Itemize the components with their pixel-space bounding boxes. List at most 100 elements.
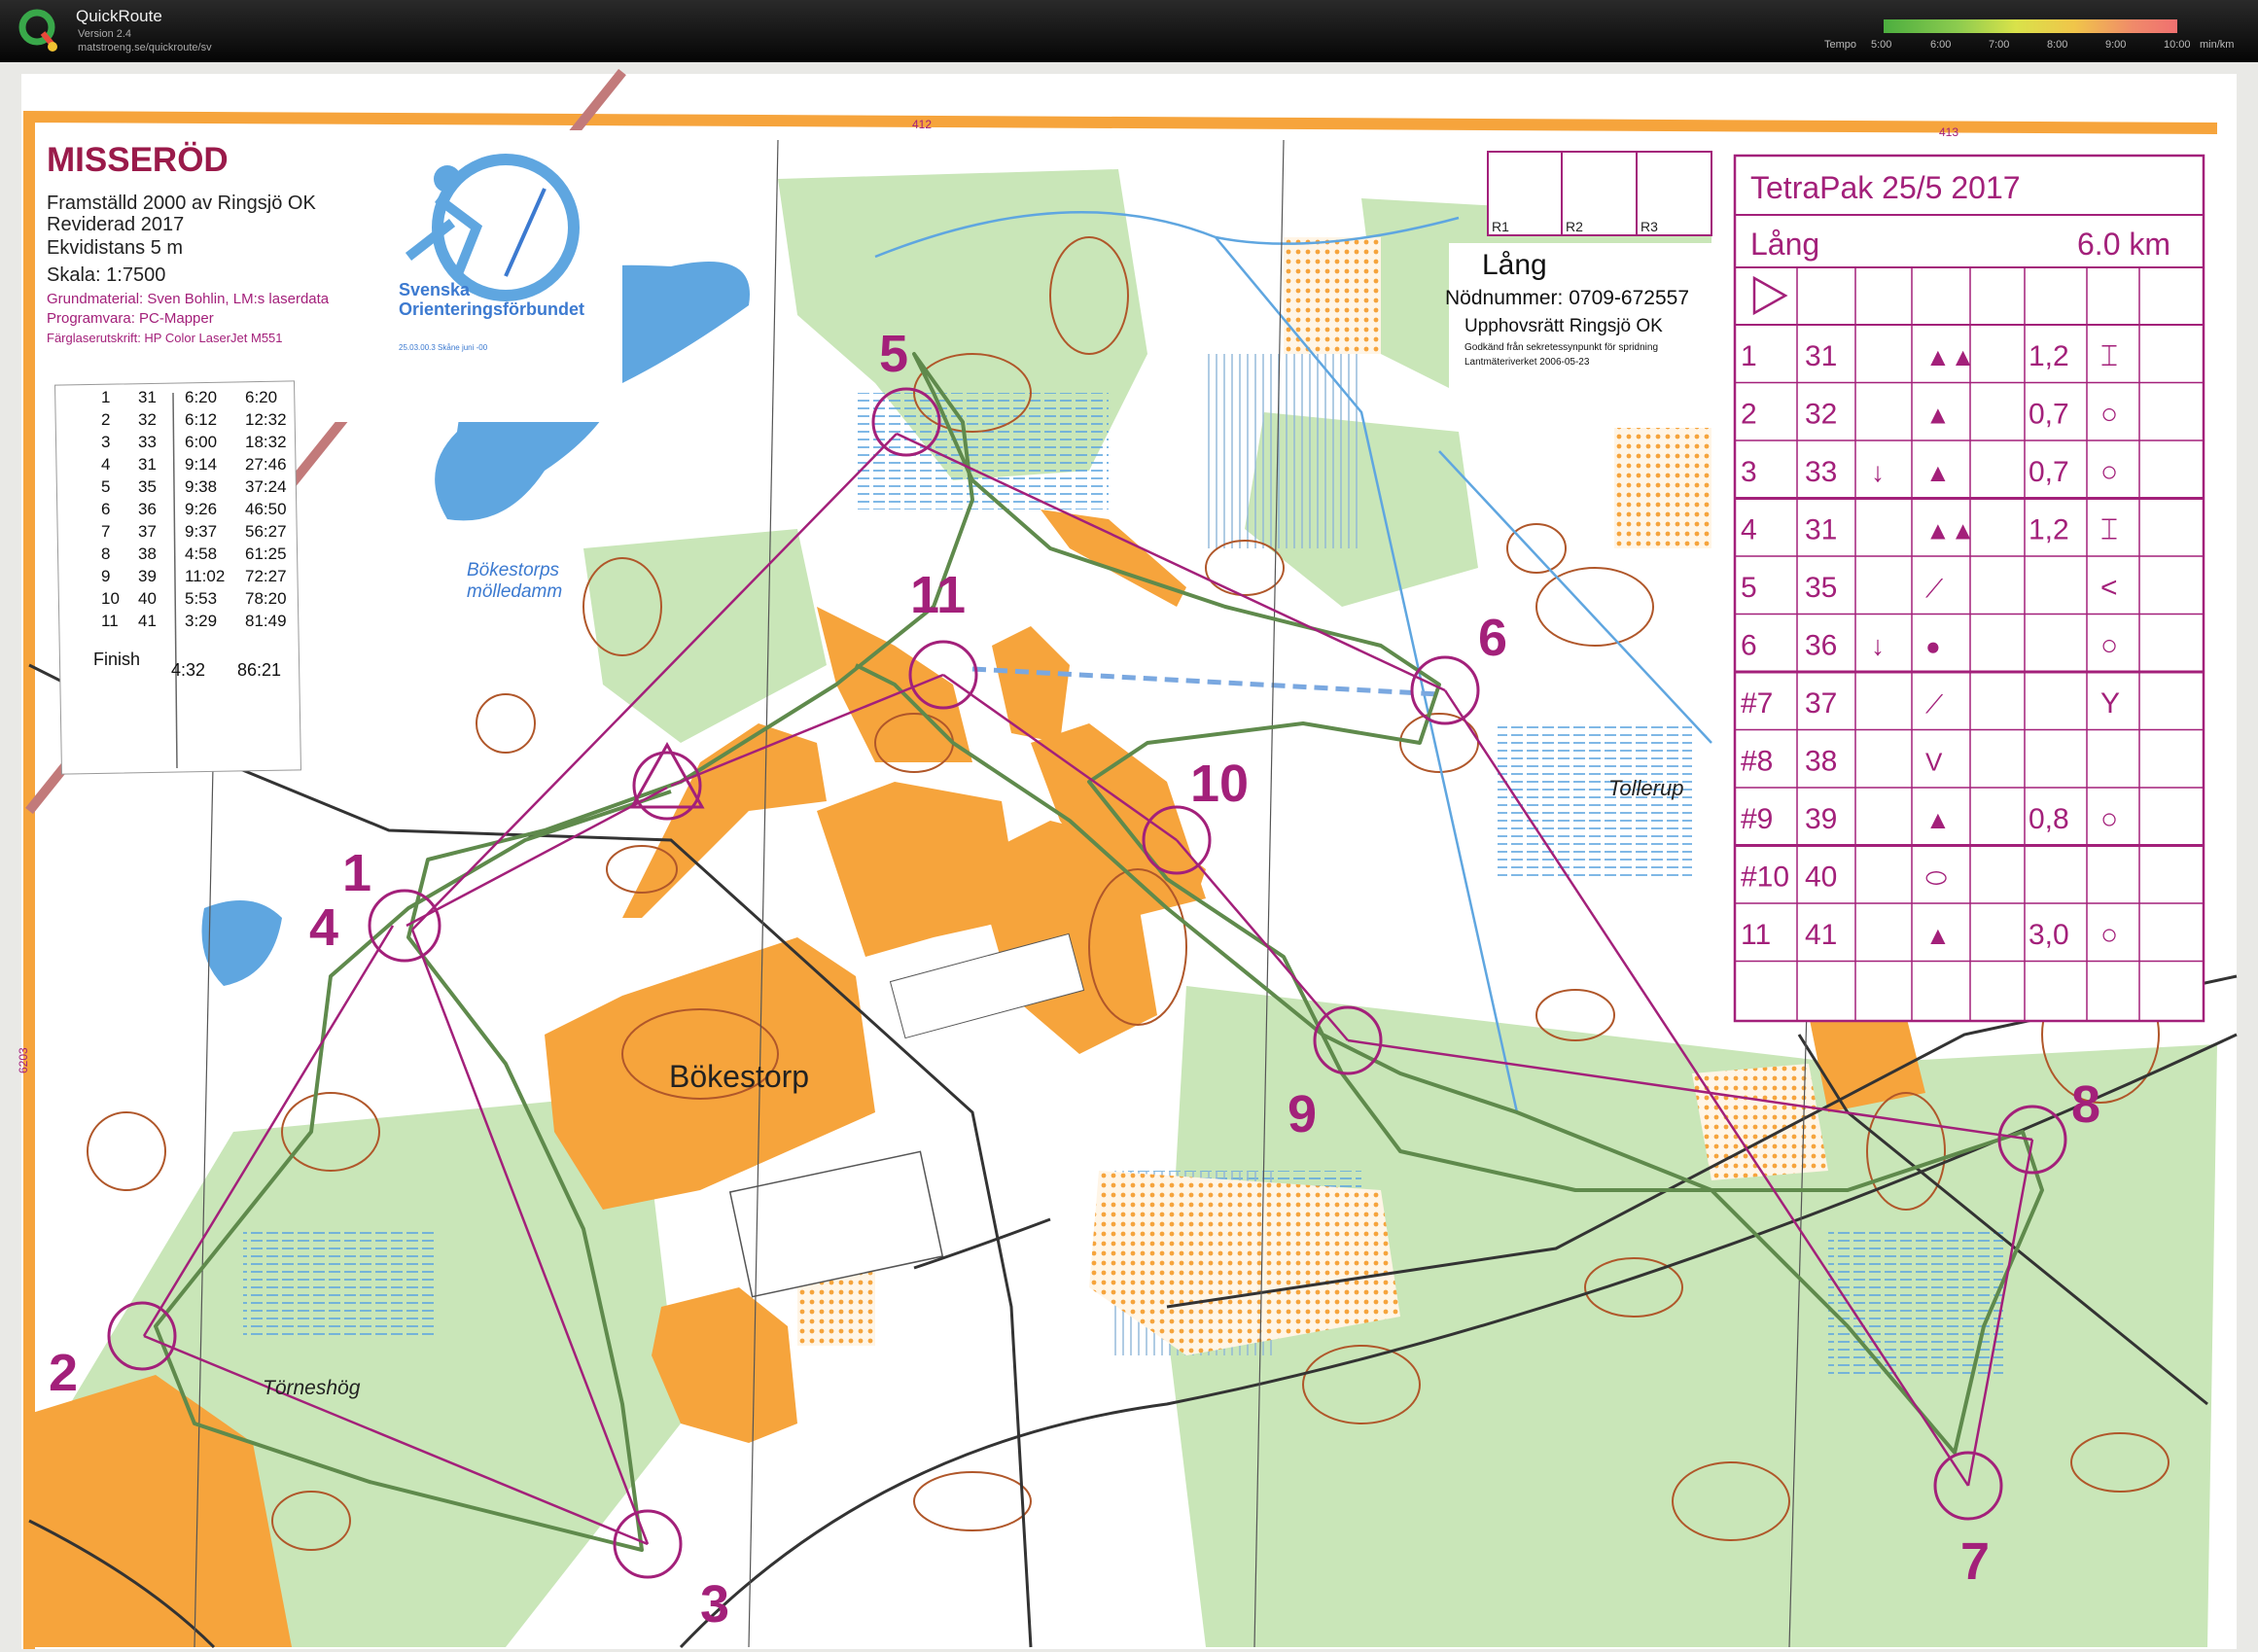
- split-leg: 7: [101, 522, 110, 541]
- control-feature-icon: ▲: [1925, 458, 1951, 487]
- control-detail-icon: <: [2100, 572, 2118, 604]
- control-code: 31: [1805, 514, 1837, 546]
- split-time: 6:12: [185, 410, 217, 429]
- control-seq: #8: [1741, 746, 1773, 778]
- control-code: 33: [1805, 456, 1837, 488]
- split-leg: 2: [101, 410, 110, 429]
- card-title: TetraPak 25/5 2017: [1750, 170, 2021, 205]
- map-info-line: Reviderad 2017: [47, 214, 184, 235]
- split-total: 46:50: [245, 500, 287, 518]
- control-size: 0,7: [2029, 456, 2069, 488]
- area-name: Tollerup: [1608, 776, 1683, 800]
- tempo-tick: 6:00: [1930, 39, 1952, 51]
- split-time: 9:26: [185, 500, 217, 518]
- control-seq: #7: [1741, 687, 1773, 720]
- split-leg: 11: [101, 612, 119, 630]
- split-total: 37:24: [245, 477, 287, 496]
- split-time: 3:29: [185, 612, 217, 630]
- control-number: 2: [49, 1344, 78, 1402]
- control-detail-icon: ○: [2100, 630, 2118, 662]
- control-seq: 1: [1741, 340, 1757, 372]
- split-code: 32: [138, 410, 157, 429]
- control-direction: ↓: [1871, 457, 1885, 487]
- quickroute-logo-icon: [18, 9, 57, 52]
- map-info-line: Framställd 2000 av Ringsjö OK: [47, 193, 316, 214]
- farm-name: Törneshög: [263, 1377, 361, 1399]
- grid-ref: 6203: [17, 1047, 30, 1073]
- split-code: 33: [138, 433, 157, 451]
- control-feature-icon: ●: [1925, 632, 1941, 661]
- control-detail-icon: Y: [2100, 687, 2120, 720]
- orienteering-map[interactable]: 1 2 3 4 5 6 7 8 9 10 11 Bökestorps mölle…: [0, 62, 2258, 1652]
- control-number: 9: [1288, 1085, 1317, 1143]
- split-total: 61:25: [245, 545, 287, 563]
- card-length: 6.0 km: [2077, 227, 2170, 262]
- control-number: 1: [342, 844, 371, 902]
- tempo-tick: 8:00: [2047, 39, 2068, 51]
- split-leg: 9: [101, 567, 110, 585]
- village-name: Bökestorp: [669, 1059, 809, 1094]
- federation-name: Orienteringsförbundet: [399, 299, 584, 319]
- split-time: 9:38: [185, 477, 217, 496]
- tempo-tick: 10:00: [2164, 39, 2191, 51]
- control-number: 5: [879, 325, 908, 383]
- control-code: 39: [1805, 803, 1837, 835]
- approval-line: Lantmäteriverket 2006-05-23: [1464, 357, 1590, 368]
- split-total: 27:46: [245, 455, 287, 474]
- split-leg: 5: [101, 477, 110, 496]
- control-number: 8: [2071, 1075, 2100, 1134]
- finish-label: Finish: [93, 650, 140, 669]
- control-feature-icon: ▲: [1925, 805, 1951, 834]
- control-feature-icon: ▲▲: [1925, 516, 1975, 545]
- control-seq: 4: [1741, 514, 1757, 546]
- relay-box-label: R2: [1566, 219, 1583, 234]
- approval-line: Godkänd från sekretessynpunkt för spridn…: [1464, 341, 1658, 353]
- control-feature-icon: ▲▲: [1925, 342, 1975, 371]
- map-credit: Färglaserutskrift: HP Color LaserJet M55…: [47, 331, 283, 345]
- control-size: 1,2: [2029, 340, 2069, 372]
- tempo-color-scale: [1884, 19, 2177, 33]
- map-header: MISSERÖD Framställd 2000 av Ringsjö OK R…: [39, 130, 622, 422]
- split-leg: 4: [101, 455, 110, 474]
- app-url[interactable]: matstroeng.se/quickroute/sv: [78, 42, 212, 53]
- map-scale: Skala: 1:7500: [47, 264, 165, 286]
- map-viewport[interactable]: 1 2 3 4 5 6 7 8 9 10 11 Bökestorps mölle…: [0, 62, 2258, 1652]
- split-time: 11:02: [185, 567, 225, 585]
- control-number: 11: [910, 566, 966, 624]
- control-number: 4: [309, 898, 338, 957]
- control-detail-icon: ○: [2100, 919, 2118, 951]
- control-detail-icon: ○: [2100, 456, 2118, 488]
- control-code: 37: [1805, 687, 1837, 720]
- split-total: 56:27: [245, 522, 287, 541]
- control-seq: 11: [1741, 919, 1771, 951]
- split-total: 12:32: [245, 410, 287, 429]
- control-code: 38: [1805, 746, 1837, 778]
- split-time: 6:00: [185, 433, 217, 451]
- control-feature-icon: ⟋: [1925, 689, 1944, 719]
- grid-ref: 412: [912, 118, 932, 131]
- course-name: Lång: [1482, 249, 1547, 281]
- split-code: 39: [138, 567, 157, 585]
- split-leg: 10: [101, 589, 120, 608]
- map-credit: Programvara: PC-Mapper: [47, 310, 214, 327]
- control-seq: #10: [1741, 861, 1789, 894]
- control-size: 0,7: [2029, 399, 2069, 431]
- split-total: 72:27: [245, 567, 287, 585]
- control-code: 36: [1805, 630, 1837, 662]
- split-code: 40: [138, 589, 157, 608]
- split-time: 4:58: [185, 545, 217, 563]
- control-seq: 5: [1741, 572, 1757, 604]
- control-number: 6: [1478, 609, 1507, 667]
- control-size: 0,8: [2029, 803, 2069, 835]
- map-title: MISSERÖD: [47, 141, 229, 179]
- split-code: 38: [138, 545, 157, 563]
- app-title: QuickRoute: [76, 7, 162, 25]
- relay-boxes: R1 R2 R3: [1487, 151, 1712, 236]
- relay-box-label: R1: [1492, 219, 1509, 234]
- split-time: 5:53: [185, 589, 217, 608]
- control-number: 7: [1960, 1532, 1990, 1591]
- tempo-tick: 9:00: [2105, 39, 2127, 51]
- control-code: 35: [1805, 572, 1837, 604]
- control-detail-icon: ⌶: [2100, 514, 2118, 546]
- control-detail-icon: ○: [2100, 803, 2118, 835]
